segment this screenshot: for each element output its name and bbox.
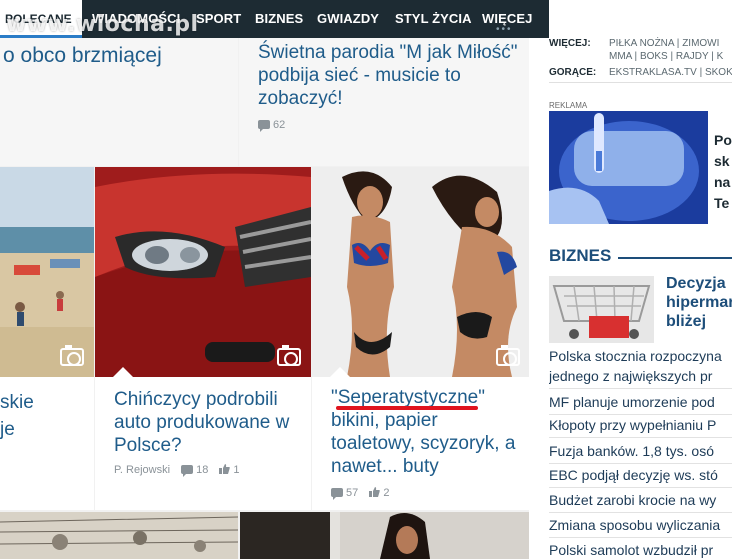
news-list-item[interactable]: Kłopoty przy wypełnianiu P	[549, 415, 732, 438]
divider	[549, 82, 732, 83]
news-list-item[interactable]: Fuzja banków. 1,8 tys. osó	[549, 441, 732, 464]
comment-icon	[181, 465, 194, 477]
link-zimowi[interactable]: ZIMOWI	[682, 38, 719, 49]
nav-item-biznes[interactable]: BIZNES	[255, 11, 303, 26]
article-title[interactable]: "Seperatystyczne" bikini, papier toaleto…	[331, 386, 523, 478]
thumbs-up-icon	[369, 487, 381, 497]
news-list-item[interactable]: Zmiana sposobu wyliczania	[549, 515, 732, 538]
comment-icon	[258, 120, 270, 132]
camera-icon	[60, 345, 84, 366]
nav-item-sport[interactable]: SPORT	[196, 11, 241, 26]
wiecej-links: PIŁKA NOŻNA | ZIMOWI	[609, 38, 720, 49]
ad-text-line-3: na	[714, 174, 731, 190]
link-ekstraklasa-tv[interactable]: EKSTRAKLASA.TV	[609, 67, 697, 78]
article-image-beach[interactable]	[0, 167, 94, 377]
comment-count: 62	[258, 119, 286, 132]
nav-item-wiadomosci[interactable]: WIADOMOŚCI	[92, 11, 180, 26]
link-mma[interactable]: MMA	[609, 51, 632, 62]
link-boks[interactable]: BOKS	[640, 51, 668, 62]
ad-label: REKLAMA	[549, 101, 588, 110]
article-image-engraving[interactable]	[0, 512, 238, 559]
lead-article-title[interactable]: Decyzja hipermar bliżej	[666, 274, 732, 331]
ad-text-line-1: Po	[714, 132, 732, 148]
nav-active-label: POLECANE	[5, 12, 72, 26]
thumbs-up-icon	[219, 464, 231, 474]
gorace-links: EKSTRAKLASA.TV | SKOK	[609, 67, 732, 78]
gorace-label: GORĄCE:	[549, 67, 597, 78]
news-list-item[interactable]: Budżet zarobi krocie na wy	[549, 490, 732, 513]
woman-photo	[240, 512, 529, 559]
ad-text[interactable]: Po sk na Te	[714, 130, 732, 214]
article-title-fragment-1[interactable]: skie	[0, 391, 34, 414]
lead-article-image[interactable]	[549, 276, 654, 343]
article-meta: P. Rejowski 18 1	[114, 464, 240, 477]
article-card-bikini-text[interactable]: "Seperatystyczne" bikini, papier toaleto…	[312, 377, 529, 510]
card-pointer	[330, 367, 350, 377]
article-card-top-left[interactable]: o obco brzmiącej	[0, 38, 238, 166]
like-count-value: 1	[233, 464, 240, 476]
article-title[interactable]: Chińczycy podrobili auto produkowane w P…	[114, 388, 304, 457]
wiecej-links-row-2: MMA | BOKS | RAJDY | K	[609, 51, 724, 62]
comment-count-value: 57	[346, 487, 359, 499]
beach-photo	[0, 167, 94, 377]
news-list-item[interactable]: EBC podjął decyzję ws. stó	[549, 465, 732, 488]
like-count-value: 2	[383, 487, 390, 499]
article-card-parodia[interactable]: Świetna parodia "M jak Miłość" podbija s…	[239, 38, 529, 166]
article-title-rest[interactable]: bikini, papier toaletowy, scyzoryk, a na…	[331, 410, 515, 477]
link-skok[interactable]: SKOK	[705, 67, 732, 78]
ad-photo	[549, 111, 708, 224]
card-pointer	[113, 367, 133, 377]
news-list-item[interactable]: Polski samolot wzbudził pr	[549, 540, 732, 559]
article-image-bikini[interactable]	[312, 167, 529, 377]
article-card-car-text[interactable]: Chińczycy podrobili auto produkowane w P…	[95, 377, 311, 510]
link-k[interactable]: K	[717, 51, 724, 62]
article-title-quoted[interactable]: "Seperatystyczne"	[331, 387, 485, 408]
section-title-biznes[interactable]: BIZNES	[549, 246, 611, 266]
engraving-photo	[0, 512, 238, 559]
bikini-photo	[312, 167, 529, 377]
camera-icon	[496, 345, 520, 366]
wiecej-label: WIĘCEJ:	[549, 38, 591, 49]
lead-title-line-3: bliżej	[666, 313, 707, 330]
news-list-item[interactable]: MF planuje umorzenie pod	[549, 392, 732, 415]
author-name[interactable]: P. Rejowski	[114, 464, 170, 476]
link-pilka-nozna[interactable]: PIŁKA NOŻNA	[609, 38, 674, 49]
article-title[interactable]: Świetna parodia "M jak Miłość" podbija s…	[258, 41, 518, 110]
ad-text-line-4: Te	[714, 195, 730, 211]
comment-count-value: 62	[273, 119, 286, 131]
lead-title-line-1: Decyzja	[666, 275, 726, 292]
link-rajdy[interactable]: RAJDY	[676, 51, 709, 62]
nav-item-polecane[interactable]: POLECANE	[0, 0, 82, 38]
news-list-item-continued[interactable]: jednego z największych pr	[549, 366, 732, 389]
section-title-underline	[618, 257, 732, 259]
nav-item-gwiazdy[interactable]: GWIAZDY	[317, 11, 379, 26]
car-photo	[95, 167, 311, 377]
advertisement-image[interactable]	[549, 111, 708, 224]
camera-icon	[277, 345, 301, 366]
article-card-beach-text[interactable]: skie je	[0, 377, 94, 510]
nav-item-styl-zycia[interactable]: STYL ŻYCIA	[395, 11, 472, 26]
lead-title-line-2: hipermar	[666, 294, 732, 311]
comment-icon	[331, 488, 343, 500]
article-image-woman[interactable]	[240, 512, 529, 559]
article-image-car[interactable]	[95, 167, 311, 377]
ad-text-line-2: sk	[714, 153, 730, 169]
article-meta: 57 2	[331, 487, 390, 500]
article-title-fragment[interactable]: o obco brzmiącej	[3, 44, 162, 67]
more-dots-icon[interactable]: •••	[496, 24, 513, 35]
comment-count-value: 18	[196, 464, 209, 476]
article-title-fragment-2[interactable]: je	[0, 418, 15, 441]
red-underline-highlight	[336, 406, 478, 410]
top-navigation: POLECANE WIADOMOŚCI SPORT BIZNES GWIAZDY…	[0, 0, 549, 38]
shopping-cart-photo	[549, 276, 654, 343]
